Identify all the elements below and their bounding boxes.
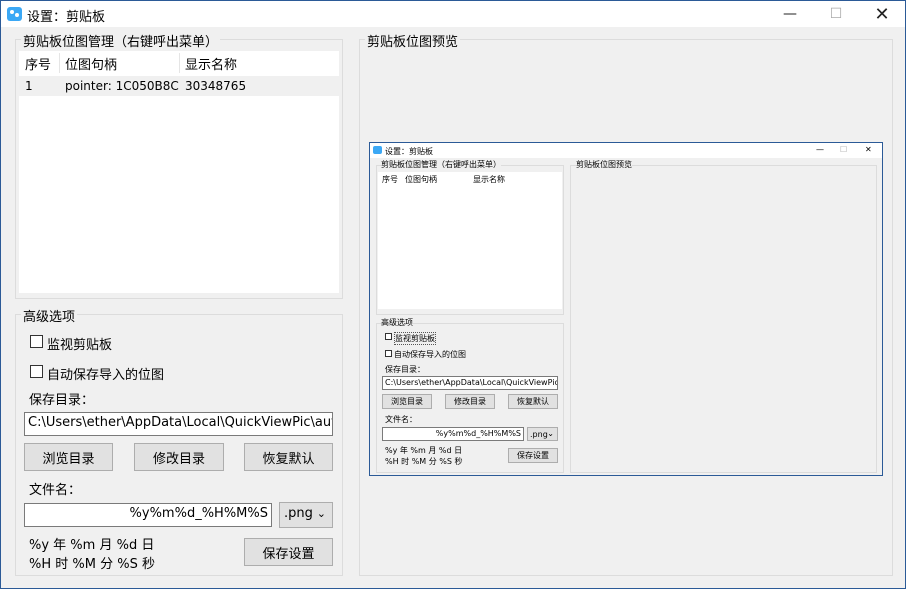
column-divider[interactable] — [59, 53, 60, 73]
preview-save-button: 保存设置 — [508, 448, 558, 463]
preview-chevron-down-icon: ⌄ — [547, 429, 554, 438]
save-dir-input[interactable]: C:\Users\ether\AppData\Local\QuickViewPi… — [24, 412, 333, 436]
preview-autosave-label: 自动保存导入的位图 — [394, 350, 466, 359]
browse-directory-button[interactable]: 浏览目录 — [24, 443, 113, 471]
preview-minimize-icon: — — [816, 145, 824, 154]
column-divider[interactable] — [179, 53, 180, 73]
column-index[interactable]: 序号 — [25, 54, 51, 73]
preview-maximize-icon: ☐ — [840, 145, 848, 154]
preview-col-name: 显示名称 — [473, 175, 505, 184]
monitor-clipboard-label[interactable]: 监视剪贴板 — [47, 334, 112, 353]
preview-ext-select: .png ⌄ — [527, 427, 558, 441]
row-name: 30348765 — [185, 79, 247, 93]
preview-app-icon — [373, 146, 382, 154]
filename-input[interactable]: %y%m%d_%H%M%S — [24, 503, 272, 527]
settings-window: 设置：剪贴板 — ☐ ✕ 剪贴板位图管理（右键呼出菜单） 序号 位图句柄 显示名… — [0, 0, 906, 589]
chevron-down-icon: ⌄ — [316, 507, 326, 520]
preview-close-icon: ✕ — [865, 145, 872, 154]
format-hint-time: %H 时 %M 分 %S 秒 — [29, 557, 155, 572]
save-settings-button[interactable]: 保存设置 — [244, 538, 333, 566]
preview-browse-button: 浏览目录 — [382, 394, 432, 409]
auto-save-label[interactable]: 自动保存导入的位图 — [47, 364, 164, 383]
preview-ext-value: .png — [530, 429, 548, 439]
bitmap-list-row[interactable]: 1 pointer: 1C050B8C 30348765 — [19, 76, 339, 96]
preview-preview-group — [570, 165, 877, 473]
preview-filename-input: %y%m%d_%H%M%S — [382, 427, 524, 441]
close-button[interactable]: ✕ — [859, 1, 905, 27]
preview-bitmap-list: 序号 位图句柄 显示名称 — [378, 172, 562, 309]
preview-col-handle: 位图句柄 — [405, 175, 437, 184]
preview-restore-button: 恢复默认 — [508, 394, 558, 409]
preview-preview-group-label: 剪贴板位图预览 — [576, 159, 632, 170]
clipboard-app-icon — [7, 7, 22, 21]
bitmap-list[interactable]: 序号 位图句柄 显示名称 1 pointer: 1C050B8C 3034876… — [19, 51, 339, 293]
advanced-group-label: 高级选项 — [21, 306, 78, 325]
column-name[interactable]: 显示名称 — [185, 54, 237, 73]
maximize-button[interactable]: ☐ — [813, 1, 859, 27]
preview-bitmap-group-label: 剪贴板位图管理（右键呼出菜单） — [381, 159, 501, 170]
monitor-clipboard-checkbox[interactable] — [30, 335, 43, 348]
preview-group-label: 剪贴板位图预览 — [365, 31, 461, 50]
save-dir-label: 保存目录： — [29, 393, 95, 408]
title-bar[interactable]: 设置：剪贴板 — ☐ ✕ — [1, 1, 905, 27]
column-handle[interactable]: 位图句柄 — [65, 54, 117, 73]
format-hint-date: %y 年 %m 月 %d 日 — [29, 538, 155, 553]
preview-modify-button: 修改目录 — [445, 394, 495, 409]
auto-save-checkbox[interactable] — [30, 365, 43, 378]
restore-default-button[interactable]: 恢复默认 — [244, 443, 333, 471]
preview-save-dir-input: C:\Users\ether\AppData\Local\QuickViewPi… — [382, 376, 558, 390]
preview-col-index: 序号 — [382, 175, 398, 184]
row-handle: pointer: 1C050B8C — [65, 79, 179, 93]
modify-directory-button[interactable]: 修改目录 — [134, 443, 224, 471]
preview-monitor-label: 监视剪贴板 — [394, 332, 436, 345]
bitmap-preview-image: 设置：剪贴板 — ☐ ✕ 剪贴板位图管理（右键呼出菜单） 序号 位图句柄 显示名… — [369, 142, 883, 476]
extension-select[interactable]: .png ⌄ — [279, 502, 333, 528]
preview-hint-date: %y 年 %m 月 %d 日 — [385, 446, 463, 455]
preview-hint-time: %H 时 %M 分 %S 秒 — [385, 457, 463, 466]
bitmap-list-header: 序号 位图句柄 显示名称 — [19, 51, 339, 75]
bitmap-group-label: 剪贴板位图管理（右键呼出菜单） — [21, 31, 221, 50]
window-title: 设置：剪贴板 — [27, 10, 106, 25]
preview-save-dir-label: 保存目录： — [385, 365, 425, 374]
preview-title-bar: 设置：剪贴板 — ☐ ✕ — [370, 143, 882, 158]
preview-advanced-label: 高级选项 — [381, 317, 413, 328]
extension-value: .png — [284, 506, 313, 521]
preview-title: 设置：剪贴板 — [385, 147, 433, 156]
preview-filename-label: 文件名： — [385, 415, 417, 424]
preview-monitor-checkbox — [385, 333, 392, 340]
row-index: 1 — [25, 79, 33, 93]
minimize-button[interactable]: — — [767, 1, 813, 27]
filename-label: 文件名： — [29, 483, 82, 498]
preview-autosave-checkbox — [385, 350, 392, 357]
